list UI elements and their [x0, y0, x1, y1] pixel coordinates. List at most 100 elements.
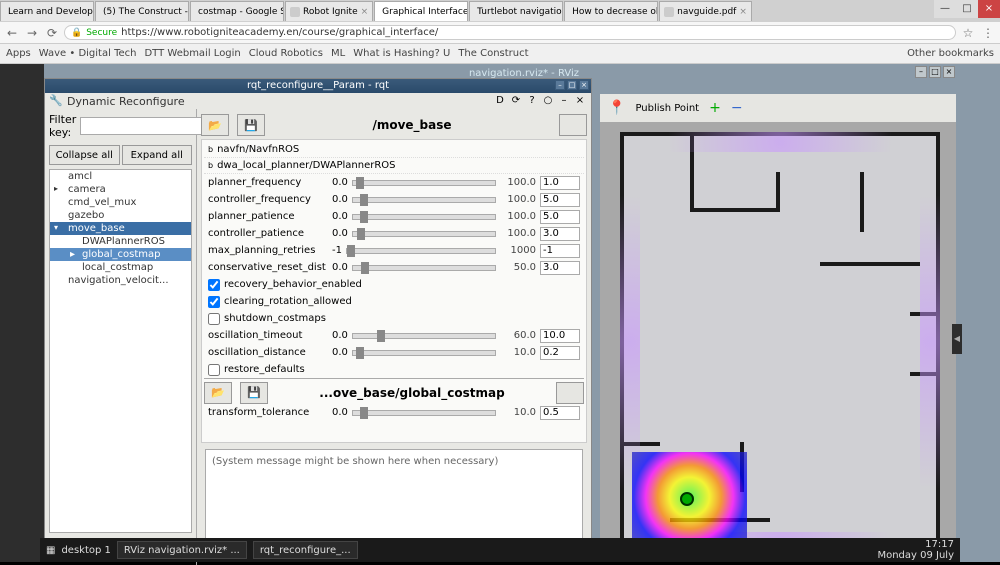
checkbox[interactable]	[208, 279, 220, 291]
close-group-button[interactable]	[559, 114, 587, 136]
close-icon[interactable]: ×	[739, 7, 747, 17]
close-button[interactable]: ×	[943, 66, 955, 78]
node-tree[interactable]: amcl ▸camera cmd_vel_mux gazebo ▾move_ba…	[49, 169, 192, 533]
value-input[interactable]	[540, 227, 580, 241]
minimize-button[interactable]: —	[934, 0, 956, 18]
slider[interactable]	[352, 197, 496, 203]
slider[interactable]	[352, 265, 496, 271]
value-input[interactable]	[540, 193, 580, 207]
value-input[interactable]	[540, 406, 580, 420]
back-button[interactable]: ←	[4, 25, 20, 41]
workspace-label[interactable]: desktop 1	[61, 545, 110, 556]
menu-icon[interactable]: ⋮	[980, 25, 996, 41]
value-input[interactable]	[540, 244, 580, 258]
settings-icon[interactable]: ?	[525, 95, 539, 109]
tree-item-selected[interactable]: ▾move_base	[50, 222, 191, 235]
close-icon[interactable]: ×	[573, 95, 587, 109]
tree-item[interactable]: DWAPlannerROS	[50, 235, 191, 248]
value-input[interactable]	[540, 329, 580, 343]
browser-tab[interactable]: Robot Ignite×	[285, 1, 373, 21]
rqt-window-title[interactable]: rqt_reconfigure__Param - rqt – □ ×	[45, 79, 591, 93]
param-enum-row[interactable]: bnavfn/NavfnROS	[204, 142, 584, 158]
close-button[interactable]: ×	[978, 0, 1000, 18]
checkbox[interactable]	[208, 313, 220, 325]
close-panel-icon[interactable]: ○	[541, 95, 555, 109]
tree-item[interactable]: gazebo	[50, 209, 191, 222]
clock: 17:17 Monday 09 July	[877, 539, 954, 561]
other-bookmarks[interactable]: Other bookmarks	[907, 48, 994, 59]
slider[interactable]	[352, 333, 496, 339]
bookmark-link[interactable]: What is Hashing? U	[353, 48, 450, 59]
close-icon[interactable]: ×	[361, 7, 369, 17]
taskbar-item[interactable]: RViz navigation.rviz* ...	[117, 541, 247, 559]
param-enum-row[interactable]: bdwa_local_planner/DWAPlannerROS	[204, 158, 584, 174]
tree-item[interactable]: amcl	[50, 170, 191, 183]
checkbox[interactable]	[208, 364, 220, 376]
tree-item-selected[interactable]: ▸global_costmap	[50, 248, 191, 261]
bookmark-link[interactable]: ML	[331, 48, 345, 59]
remove-tool-button[interactable]: −	[731, 100, 743, 116]
bookmark-link[interactable]: Cloud Robotics	[249, 48, 323, 59]
tree-item[interactable]: ▸camera	[50, 183, 191, 196]
forward-button[interactable]: →	[24, 25, 40, 41]
tree-item[interactable]: navigation_velocit...	[50, 274, 191, 287]
slider[interactable]	[352, 410, 496, 416]
bookmark-link[interactable]: The Construct	[458, 48, 528, 59]
bookmark-link[interactable]: Wave • Digital Tech	[39, 48, 137, 59]
publish-point-button[interactable]: Publish Point	[635, 103, 699, 114]
param-row: planner_patience0.0100.0	[204, 208, 584, 225]
minimize-panel-icon[interactable]: –	[557, 95, 571, 109]
dock-icon[interactable]: D	[493, 95, 507, 109]
collapse-all-button[interactable]: Collapse all	[49, 145, 120, 165]
add-tool-button[interactable]: +	[709, 100, 721, 116]
slider[interactable]	[352, 231, 496, 237]
reload-icon[interactable]: ⟳	[509, 95, 523, 109]
browser-tab[interactable]: How to decrease obstac×	[564, 1, 658, 21]
browser-tab-active[interactable]: Graphical Interface×	[374, 1, 468, 21]
star-icon[interactable]: ☆	[960, 25, 976, 41]
tree-item[interactable]: cmd_vel_mux	[50, 196, 191, 209]
save-icon: 💾	[247, 386, 261, 399]
slider[interactable]	[352, 180, 496, 186]
open-folder-button[interactable]: 📂	[201, 114, 229, 136]
node-tree-panel: Filter key: Collapse all Expand all amcl…	[45, 109, 197, 565]
tree-item[interactable]: local_costmap	[50, 261, 191, 274]
expand-all-button[interactable]: Expand all	[122, 145, 193, 165]
value-input[interactable]	[540, 210, 580, 224]
close-button[interactable]: ×	[579, 80, 589, 90]
browser-tab[interactable]: (5) The Construct - You×	[95, 1, 189, 21]
taskbar-item[interactable]: rqt_reconfigure_...	[253, 541, 358, 559]
maximize-button[interactable]: □	[956, 0, 978, 18]
browser-tab[interactable]: Turtlebot navigation th×	[469, 1, 563, 21]
slider[interactable]	[352, 214, 496, 220]
apps-button[interactable]: Apps	[6, 48, 31, 59]
param-row: recovery_behavior_enabled	[204, 276, 584, 293]
close-group-button[interactable]	[556, 382, 584, 404]
map-canvas[interactable]: 12 fps	[600, 122, 956, 562]
browser-tab[interactable]: navguide.pdf×	[659, 1, 752, 21]
value-input[interactable]	[540, 176, 580, 190]
save-button[interactable]: 💾	[237, 114, 265, 136]
slider[interactable]	[346, 248, 496, 254]
value-input[interactable]	[540, 346, 580, 360]
url-input[interactable]: 🔒 Secure https://www.robotigniteacademy.…	[64, 25, 956, 40]
show-desktop-button[interactable]: ▦	[46, 545, 55, 556]
param-row: shutdown_costmaps	[204, 310, 584, 327]
unity-launcher[interactable]	[0, 64, 44, 562]
browser-tab[interactable]: Learn and Develop fo×	[0, 1, 94, 21]
browser-tab[interactable]: costmap - Google Search×	[190, 1, 284, 21]
slider[interactable]	[352, 350, 496, 356]
checkbox[interactable]	[208, 296, 220, 308]
reload-button[interactable]: ⟳	[44, 25, 60, 41]
filter-input[interactable]	[80, 117, 211, 135]
bookmark-link[interactable]: DTT Webmail Login	[144, 48, 240, 59]
param-scroll[interactable]: bnavfn/NavfnROS bdwa_local_planner/DWAPl…	[201, 139, 587, 443]
maximize-button[interactable]: □	[567, 80, 577, 90]
save-button[interactable]: 💾	[240, 382, 268, 404]
panel-expand-handle[interactable]: ◀	[952, 324, 962, 354]
open-folder-button[interactable]: 📂	[204, 382, 232, 404]
minimize-button[interactable]: –	[555, 80, 565, 90]
minimize-button[interactable]: –	[915, 66, 927, 78]
value-input[interactable]	[540, 261, 580, 275]
maximize-button[interactable]: □	[929, 66, 941, 78]
